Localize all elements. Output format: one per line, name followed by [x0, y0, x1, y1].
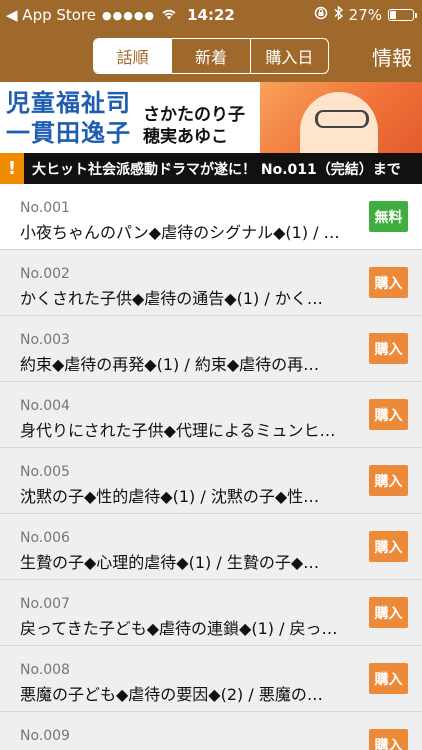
battery-fill — [390, 11, 396, 19]
episode-title: 生贄の子◆心理的虐待◆(1) / 生贄の子◆… — [20, 553, 320, 572]
episode-title: 約束◆虐待の再発◆(1) / 約束◆虐待の再… — [20, 355, 320, 374]
episode-title: 小夜ちゃんのパン◆虐待のシグナル◆(1) / … — [20, 223, 340, 242]
banner-authors: さかたのり子 穂実あゆこ — [143, 104, 245, 148]
sort-segment-1[interactable]: 新着 — [172, 39, 251, 73]
sort-segment-2[interactable]: 購入日 — [251, 39, 328, 73]
nav-bar: 話順 新着 購入日 情報 — [0, 30, 422, 82]
episode-title: 沈黙の子◆性的虐待◆(1) / 沈黙の子◆性… — [20, 487, 320, 506]
list-item[interactable]: No.009選ばれた子ども◆虐待◆(1) / 選ば…購入 — [0, 712, 422, 750]
episode-number: No.009 — [20, 728, 70, 744]
episode-number: No.007 — [20, 596, 70, 612]
list-item[interactable]: No.008 悪魔の子ども◆虐待の要因◆(2) / 悪魔の… 購入 — [0, 646, 422, 712]
free-button[interactable]: 無料 — [369, 201, 408, 232]
sort-segment-0[interactable]: 話順 — [94, 39, 173, 73]
battery-percent: 27% — [348, 6, 382, 24]
buy-button[interactable]: 購入 — [369, 333, 408, 364]
episode-number: No.004 — [20, 398, 70, 414]
banner-title-line-2: 一貫田逸子 — [6, 119, 131, 147]
buy-button[interactable]: 購入 — [369, 597, 408, 628]
list-item[interactable]: No.001 小夜ちゃんのパン◆虐待のシグナル◆(1) / … 無料 — [0, 184, 422, 250]
episode-number: No.001 — [20, 200, 70, 216]
episode-title: かくされた子供◆虐待の通告◆(1) / かく… — [20, 289, 323, 308]
buy-button[interactable]: 購入 — [369, 267, 408, 298]
episode-number: No.005 — [20, 464, 70, 480]
episode-number: No.006 — [20, 530, 70, 546]
episode-title: 戻ってきた子ども◆虐待の連鎖◆(1) / 戻っ… — [20, 619, 338, 638]
buy-button[interactable]: 購入 — [369, 531, 408, 562]
banner-title-line-1: 児童福祉司 — [6, 89, 131, 117]
orientation-lock-icon — [314, 6, 328, 24]
list-item[interactable]: No.004 身代りにされた子供◆代理によるミュンヒ… 購入 — [0, 382, 422, 448]
status-bar: ◀ App Store ●●●●● 14:22 27% — [0, 0, 422, 30]
list-item[interactable]: No.005 沈黙の子◆性的虐待◆(1) / 沈黙の子◆性… 購入 — [0, 448, 422, 514]
episode-title: 身代りにされた子供◆代理によるミュンヒ… — [20, 421, 336, 440]
manga-portrait-image — [260, 82, 422, 153]
portrait-glasses — [315, 110, 369, 128]
news-ticker[interactable]: ! 大ヒット社会派感動ドラマが遂に！ No.011（完結）まで — [0, 153, 422, 184]
episode-list: No.001 小夜ちゃんのパン◆虐待のシグナル◆(1) / … 無料 No.002 かく… — [0, 184, 422, 750]
sort-segmented-control: 話順 新着 購入日 — [93, 38, 329, 74]
status-right: 27% — [314, 5, 417, 24]
episode-number: No.002 — [20, 266, 70, 282]
battery-icon — [388, 9, 417, 21]
banner-title: 児童福祉司 一貫田逸子 — [6, 88, 131, 148]
bluetooth-icon — [334, 5, 343, 24]
banner-author-2: 穂実あゆこ — [143, 127, 228, 147]
buy-button[interactable]: 購入 — [369, 663, 408, 694]
warning-icon: ! — [0, 153, 24, 184]
list-item[interactable]: No.006 生贄の子◆心理的虐待◆(1) / 生贄の子◆… 購入 — [0, 514, 422, 580]
info-button[interactable]: 情報 — [372, 42, 412, 71]
episode-title: 悪魔の子ども◆虐待の要因◆(2) / 悪魔の… — [20, 685, 323, 704]
episode-number: No.008 — [20, 662, 70, 678]
banner-author-1: さかたのり子 — [143, 105, 245, 125]
buy-button[interactable]: 購入 — [369, 399, 408, 430]
episode-number: No.003 — [20, 332, 70, 348]
promo-banner[interactable]: 児童福祉司 一貫田逸子 さかたのり子 穂実あゆこ — [0, 82, 422, 153]
buy-button[interactable]: 購入 — [369, 465, 408, 496]
ticker-text: 大ヒット社会派感動ドラマが遂に！ No.011（完結）まで — [32, 161, 401, 178]
list-item[interactable]: No.007 戻ってきた子ども◆虐待の連鎖◆(1) / 戻っ… 購入 — [0, 580, 422, 646]
list-item[interactable]: No.003 約束◆虐待の再発◆(1) / 約束◆虐待の再… 購入 — [0, 316, 422, 382]
list-item[interactable]: No.002 かくされた子供◆虐待の通告◆(1) / かく… 購入 — [0, 250, 422, 316]
buy-button[interactable]: 購入 — [369, 729, 408, 750]
